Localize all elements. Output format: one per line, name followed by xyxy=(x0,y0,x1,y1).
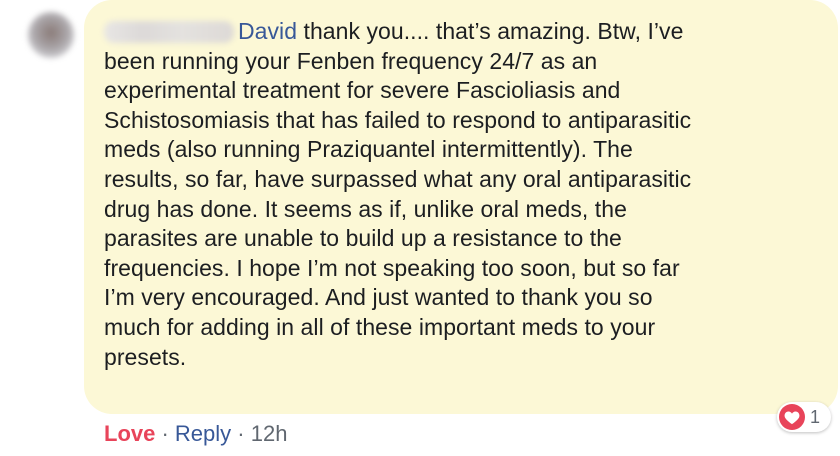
comment-line: been running your Fenben frequency 24/7 … xyxy=(104,47,598,74)
comment-text: David thank you.... that’s amazing. Btw,… xyxy=(104,17,818,372)
love-button[interactable]: Love xyxy=(104,421,155,446)
timestamp[interactable]: 12h xyxy=(251,421,288,446)
comment-line: I’m very encouraged. And just wanted to … xyxy=(104,284,653,311)
comment-line: results, so far, have surpassed what any… xyxy=(104,165,692,192)
heart-icon xyxy=(779,404,805,430)
comment-line: presets. xyxy=(104,343,187,370)
comment-line: Schistosomiasis that has failed to respo… xyxy=(104,106,692,133)
reaction-count: 1 xyxy=(810,406,821,427)
separator: · xyxy=(155,421,175,446)
separator: · xyxy=(231,421,251,446)
comment-line: meds (also running Praziquantel intermit… xyxy=(104,136,633,163)
reply-button[interactable]: Reply xyxy=(175,421,231,446)
comment-line: drug has done. It seems as if, unlike or… xyxy=(104,195,627,222)
comment-line: much for adding in all of these importan… xyxy=(104,313,656,340)
comment-line: frequencies. I hope I’m not speaking too… xyxy=(104,254,680,281)
author-name-redacted[interactable] xyxy=(104,21,234,43)
comment-bubble: David thank you.... that’s amazing. Btw,… xyxy=(84,0,838,414)
comment-line: parasites are unable to build up a resis… xyxy=(104,225,622,252)
reaction-summary[interactable]: 1 xyxy=(777,402,831,432)
mention-link[interactable]: David xyxy=(238,18,297,44)
comment-actions: Love · Reply · 12h xyxy=(104,420,287,448)
comment-line: experimental treatment for severe Fascio… xyxy=(104,77,621,104)
comment-line: thank you.... that’s amazing. Btw, I’ve xyxy=(297,18,684,44)
avatar[interactable] xyxy=(28,12,74,58)
